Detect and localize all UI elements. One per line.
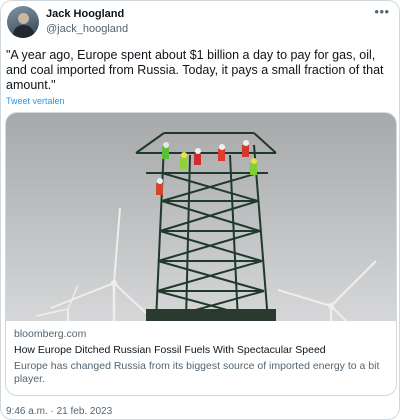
- avatar[interactable]: [7, 6, 39, 38]
- tweet-card: Jack Hoogland @jack_hoogland ••• "A year…: [0, 0, 400, 420]
- author-handle[interactable]: @jack_hoogland: [46, 23, 128, 35]
- tweet-timestamp[interactable]: 9:46 a.m. · 21 feb. 2023: [6, 406, 112, 417]
- link-title[interactable]: How Europe Ditched Russian Fossil Fuels …: [14, 344, 390, 357]
- author-name[interactable]: Jack Hoogland: [46, 8, 124, 20]
- link-domain: bloomberg.com: [14, 328, 87, 340]
- article-photo[interactable]: [6, 113, 397, 321]
- more-horizontal-icon[interactable]: •••: [373, 5, 391, 19]
- link-meta: bloomberg.com How Europe Ditched Russian…: [14, 328, 390, 386]
- link-preview-card[interactable]: bloomberg.com How Europe Ditched Russian…: [5, 112, 397, 396]
- link-description: Europe has changed Russia from its bigge…: [14, 360, 380, 385]
- translate-link[interactable]: Tweet vertalen: [6, 96, 65, 106]
- tweet-text: "A year ago, Europe spent about $1 billi…: [6, 48, 384, 92]
